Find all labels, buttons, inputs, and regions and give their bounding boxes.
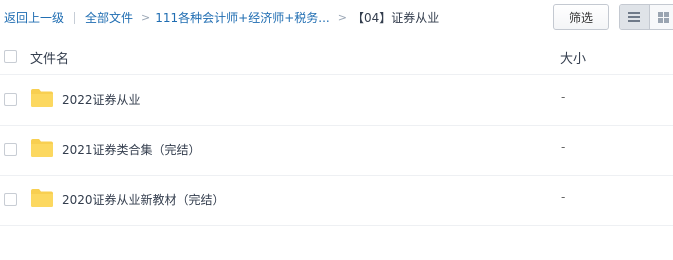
grid-icon bbox=[658, 11, 670, 23]
chevron-right-icon: > bbox=[337, 11, 347, 24]
column-header-size[interactable]: 大小 bbox=[560, 48, 586, 67]
breadcrumb: 返回上一级 全部文件 > 111各种会计师+经济师+税务... > 【04】证券… bbox=[4, 9, 439, 27]
table-row[interactable]: 2022证券从业 - bbox=[0, 75, 673, 126]
breadcrumb-root[interactable]: 全部文件 bbox=[85, 9, 133, 27]
chevron-right-icon: > bbox=[141, 11, 151, 24]
folder-name[interactable]: 2022证券从业 bbox=[62, 91, 141, 108]
toolbar: 返回上一级 全部文件 > 111各种会计师+经济师+税务... > 【04】证券… bbox=[0, 0, 673, 36]
column-header-name[interactable]: 文件名 bbox=[30, 48, 69, 67]
folder-icon bbox=[31, 139, 53, 157]
row-checkbox[interactable] bbox=[4, 93, 17, 106]
view-toggle bbox=[619, 4, 673, 30]
folder-name[interactable]: 2021证券类合集（完结） bbox=[62, 141, 201, 158]
table-row[interactable]: 2020证券从业新教材（完结） - bbox=[0, 175, 673, 226]
file-size: - bbox=[561, 190, 566, 204]
file-size: - bbox=[561, 140, 566, 154]
folder-name[interactable]: 2020证券从业新教材（完结） bbox=[62, 191, 225, 208]
filter-button[interactable]: 筛选 bbox=[553, 4, 609, 30]
select-all-checkbox[interactable] bbox=[4, 50, 17, 63]
table-row[interactable]: 2021证券类合集（完结） - bbox=[0, 125, 673, 176]
list-icon bbox=[628, 12, 641, 22]
grid-view-button[interactable] bbox=[648, 5, 673, 29]
folder-icon bbox=[31, 189, 53, 207]
back-link[interactable]: 返回上一级 bbox=[4, 9, 64, 27]
breadcrumb-divider bbox=[74, 12, 76, 24]
folder-icon bbox=[31, 89, 53, 107]
breadcrumb-current: 【04】证券从业 bbox=[351, 11, 440, 25]
row-checkbox[interactable] bbox=[4, 193, 17, 206]
breadcrumb-parent[interactable]: 111各种会计师+经济师+税务... bbox=[155, 9, 329, 27]
list-view-button[interactable] bbox=[620, 5, 649, 29]
row-checkbox[interactable] bbox=[4, 143, 17, 156]
table-header: 文件名 大小 bbox=[0, 38, 673, 75]
file-size: - bbox=[561, 90, 566, 104]
